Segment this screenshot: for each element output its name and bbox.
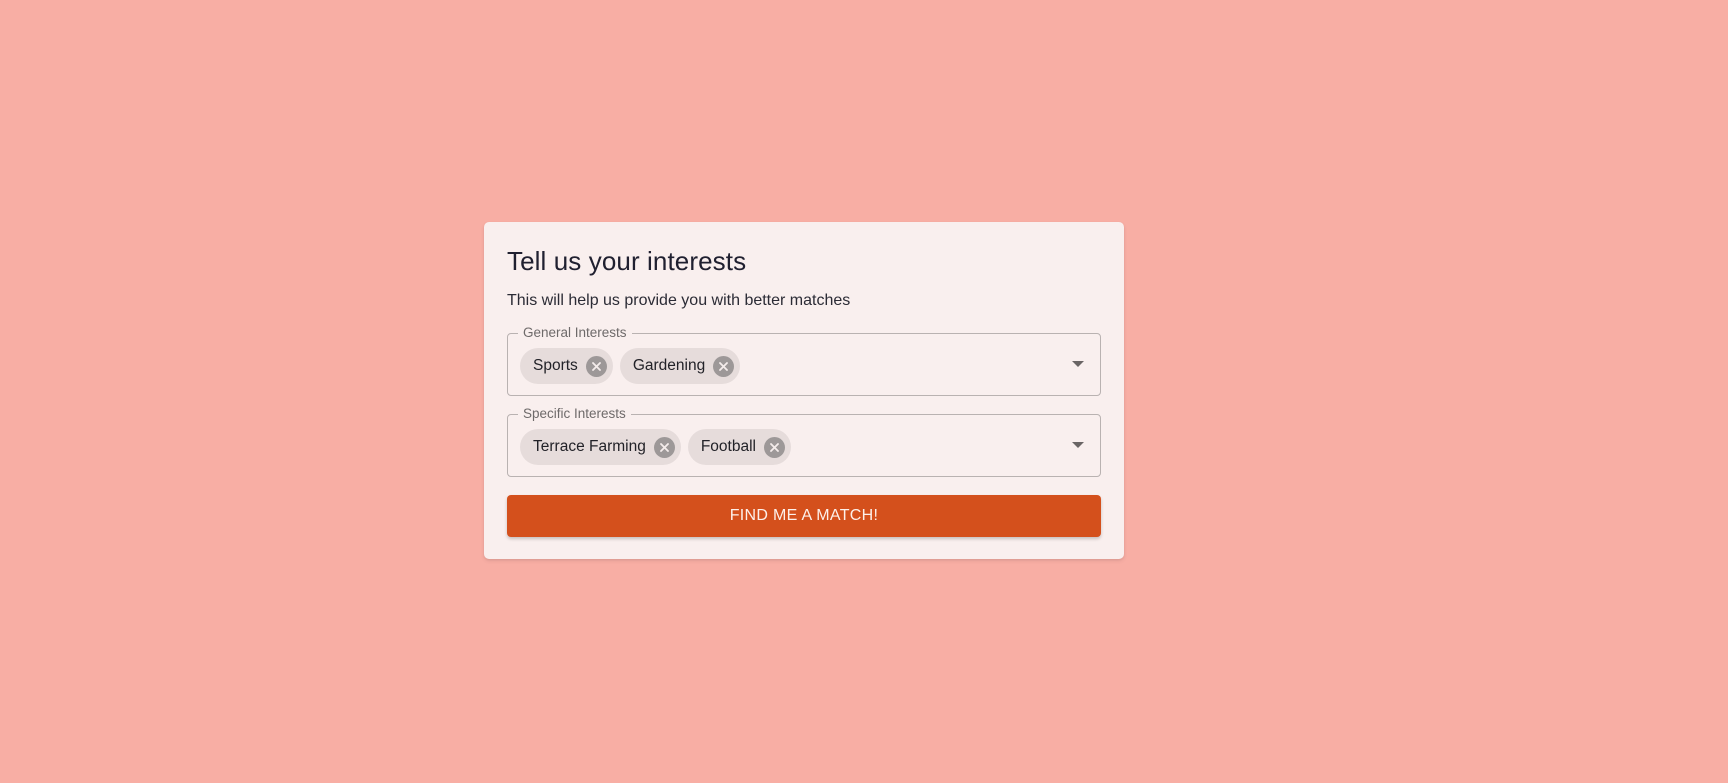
chip-label: Football (700, 438, 756, 455)
cancel-icon[interactable] (653, 436, 675, 458)
dropdown-arrow-icon[interactable] (1072, 361, 1084, 367)
chip-label: Gardening (632, 357, 706, 374)
chip-sports[interactable]: Sports (520, 348, 613, 384)
general-interests-label: General Interests (518, 324, 632, 342)
cancel-icon[interactable] (585, 355, 607, 377)
find-match-button[interactable]: FIND ME A MATCH! (507, 495, 1101, 537)
specific-interests-label: Specific Interests (518, 405, 631, 423)
page-subtitle: This will help us provide you with bette… (507, 292, 851, 309)
cancel-icon[interactable] (713, 355, 735, 377)
chip-label: Terrace Farming (533, 438, 646, 455)
chip-gardening[interactable]: Gardening (619, 348, 741, 384)
dropdown-arrow-icon[interactable] (1072, 442, 1084, 448)
chip-football[interactable]: Football (687, 429, 791, 465)
page-title: Tell us your interests (507, 246, 747, 276)
specific-interests-chips: Terrace Farming Football (520, 429, 791, 465)
general-interests-chips: Sports Gardening (520, 348, 741, 384)
specific-interests-field[interactable]: Specific Interests Terrace Farming Footb… (507, 405, 1101, 477)
chip-terrace-farming[interactable]: Terrace Farming (520, 429, 681, 465)
general-interests-field[interactable]: General Interests Sports Gardening (507, 324, 1101, 396)
chip-label: Sports (533, 357, 578, 374)
cancel-icon[interactable] (764, 436, 785, 458)
interests-card: Tell us your interests This will help us… (484, 222, 1124, 559)
